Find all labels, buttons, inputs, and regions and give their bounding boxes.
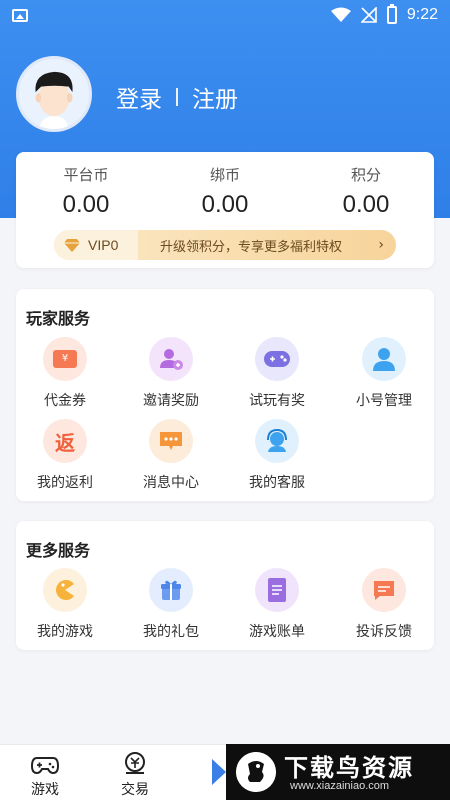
service-label: 邀请奖励 xyxy=(143,393,199,409)
service-my-gifts[interactable]: 我的礼包 xyxy=(121,568,221,641)
wallet-card: 平台币 0.00 绑币 0.00 积分 0.00 VIP0 升级领积分，专享更多… xyxy=(16,152,434,268)
service-label: 我的礼包 xyxy=(143,624,199,640)
watermark-url: www.xiazainiao.com xyxy=(290,780,390,792)
wifi-icon xyxy=(330,7,351,22)
service-label: 小号管理 xyxy=(356,393,412,409)
nav-trade-label: 交易 xyxy=(121,782,149,798)
status-bar: 9:22 xyxy=(0,0,450,32)
service-complaint-feedback[interactable]: 投诉反馈 xyxy=(334,568,434,641)
voucher-icon: ¥ xyxy=(43,337,87,381)
nav-games[interactable]: 游戏 xyxy=(10,751,80,799)
bound-coin-value: 0.00 xyxy=(201,191,249,218)
nav-games-label: 游戏 xyxy=(31,782,59,798)
voucher-glyph: ¥ xyxy=(53,350,77,368)
trade-icon xyxy=(125,752,145,774)
service-label: 我的客服 xyxy=(249,475,305,491)
invite-icon xyxy=(149,337,193,381)
service-messages[interactable]: 消息中心 xyxy=(121,419,221,492)
service-label: 试玩有奖 xyxy=(249,393,305,409)
vip-banner[interactable]: VIP0 升级领积分，专享更多福利特权 › xyxy=(54,230,396,260)
bird-logo-icon xyxy=(236,752,276,792)
player-services-title: 玩家服务 xyxy=(26,309,91,328)
service-label: 投诉反馈 xyxy=(356,624,412,640)
watermark: 下载鸟资源 www.xiazainiao.com xyxy=(226,744,450,800)
service-rebate[interactable]: 返 我的返利 xyxy=(15,419,115,492)
points-label: 积分 xyxy=(350,166,381,184)
service-invite[interactable]: 邀请奖励 xyxy=(121,337,221,410)
player-services-card: 玩家服务 ¥ 代金券 邀请奖励 试玩有奖 小号管理 返 我的返利 消息中心 我的… xyxy=(16,289,434,501)
register-link[interactable]: 注册 xyxy=(192,80,238,114)
feedback-icon xyxy=(362,568,406,612)
rebate-icon: 返 xyxy=(43,419,87,463)
more-services-title: 更多服务 xyxy=(26,541,91,560)
bound-coin-label: 绑币 xyxy=(209,166,240,184)
platform-coin-value: 0.00 xyxy=(62,191,110,218)
vip-promo-text: 升级领积分，专享更多福利特权 xyxy=(160,239,343,255)
platform-coin[interactable]: 平台币 0.00 xyxy=(16,164,156,219)
game-controller-icon xyxy=(31,757,59,775)
gamepad-icon xyxy=(255,337,299,381)
gallery-icon xyxy=(12,9,28,22)
chevron-right-icon: › xyxy=(378,237,384,253)
more-services-card: 更多服务 我的游戏 我的礼包 游戏账单 投诉反馈 xyxy=(16,521,434,650)
signal-icon xyxy=(360,7,377,23)
bill-icon xyxy=(255,568,299,612)
service-label: 代金券 xyxy=(44,393,86,409)
bound-coin[interactable]: 绑币 0.00 xyxy=(155,164,295,219)
service-voucher[interactable]: ¥ 代金券 xyxy=(15,337,115,410)
avatar-face-icon xyxy=(35,71,73,129)
login-link[interactable]: 登录 xyxy=(116,80,162,114)
auth-divider xyxy=(176,88,178,106)
my-games-icon xyxy=(43,568,87,612)
battery-icon xyxy=(386,4,397,24)
vip-level: VIP0 xyxy=(88,237,119,253)
service-sub-accounts[interactable]: 小号管理 xyxy=(334,337,434,410)
platform-coin-label: 平台币 xyxy=(63,166,109,184)
status-time: 9:22 xyxy=(406,6,438,23)
gift-icon xyxy=(149,568,193,612)
nav-trade[interactable]: 交易 xyxy=(100,751,170,799)
service-label: 我的游戏 xyxy=(37,624,93,640)
rebate-glyph: 返 xyxy=(55,430,75,455)
service-trial-reward[interactable]: 试玩有奖 xyxy=(227,337,327,410)
service-label: 游戏账单 xyxy=(249,624,305,640)
service-customer-support[interactable]: 我的客服 xyxy=(227,419,327,492)
service-label: 消息中心 xyxy=(143,475,199,491)
auth-links: 登录 注册 xyxy=(116,80,238,114)
vip-badge: VIP0 xyxy=(54,230,138,260)
customer-service-icon xyxy=(255,419,299,463)
service-label: 我的返利 xyxy=(37,475,93,491)
points[interactable]: 积分 0.00 xyxy=(296,164,436,219)
points-value: 0.00 xyxy=(342,191,390,218)
watermark-title: 下载鸟资源 xyxy=(284,754,414,782)
diamond-icon xyxy=(64,239,80,252)
account-icon xyxy=(362,337,406,381)
avatar[interactable] xyxy=(16,56,92,132)
service-game-bills[interactable]: 游戏账单 xyxy=(227,568,327,641)
service-my-games[interactable]: 我的游戏 xyxy=(15,568,115,641)
message-icon xyxy=(149,419,193,463)
partial-nav-icon xyxy=(212,759,226,785)
